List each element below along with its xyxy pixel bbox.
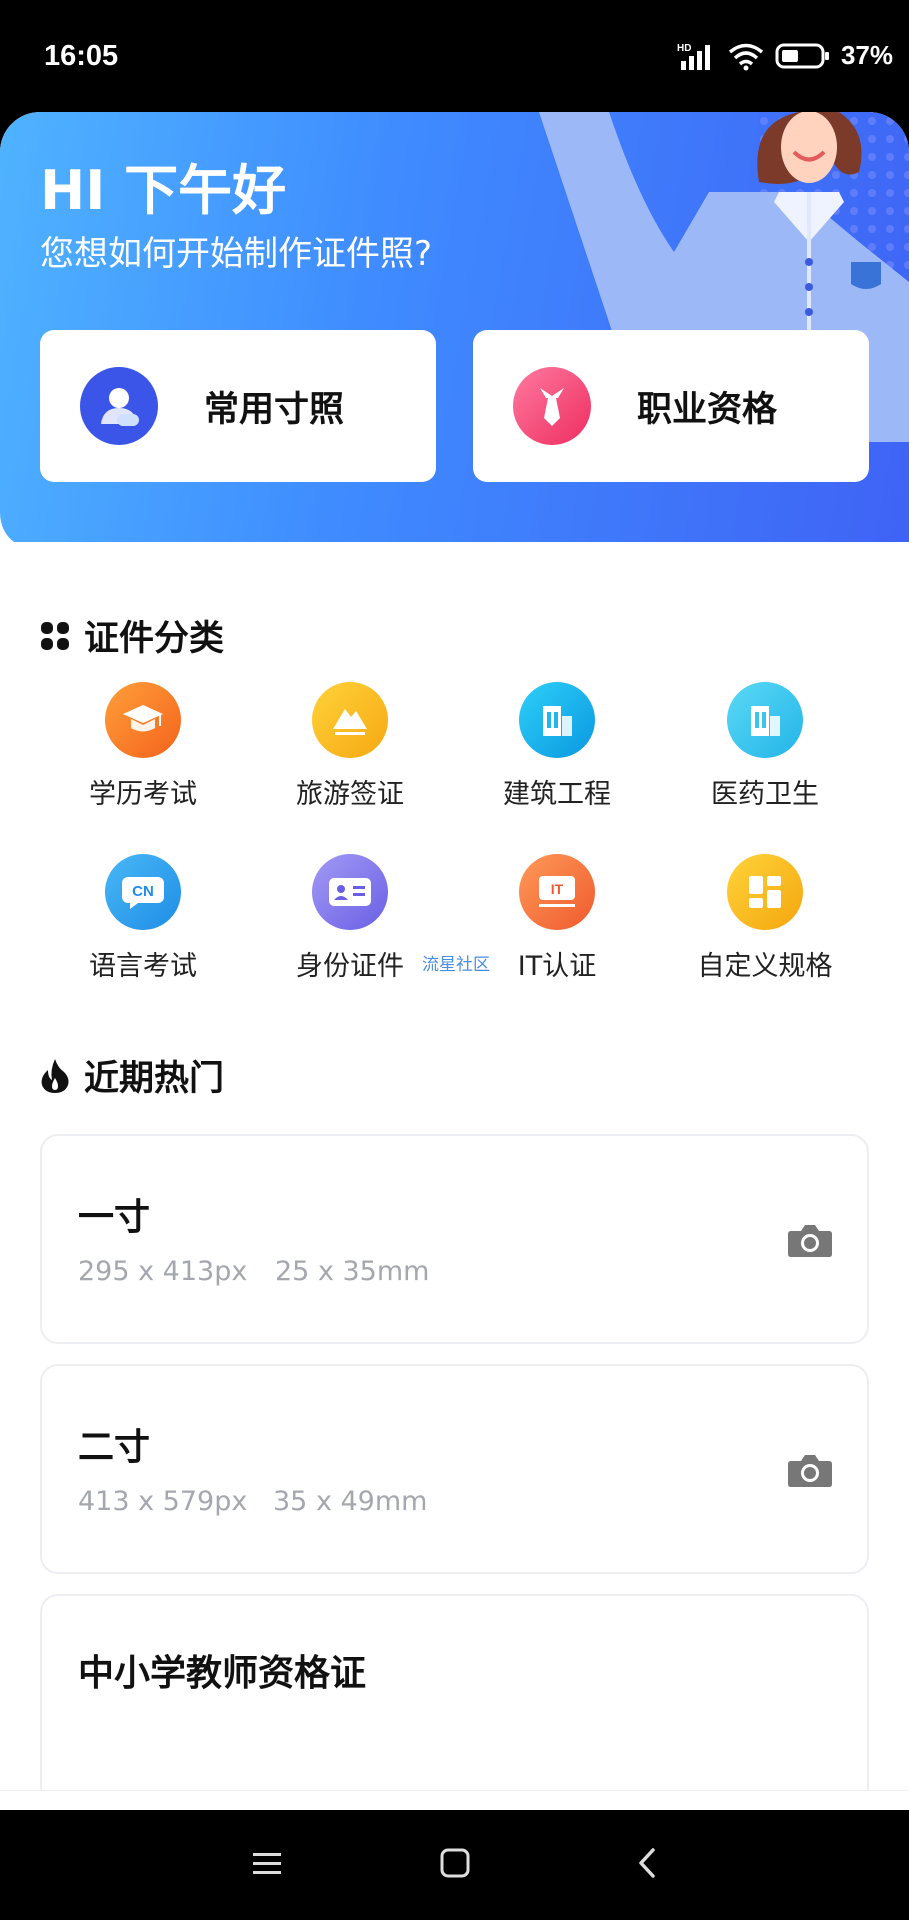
category-label: 学历考试 bbox=[89, 779, 197, 810]
signal-icon: HD bbox=[677, 43, 710, 70]
app-content: HI 下午好 您想如何开始制作证件照? 常用寸照 职业资格 证件分类 学历考试 … bbox=[0, 112, 909, 1810]
common-size-card[interactable]: 常用寸照 bbox=[40, 330, 436, 482]
categories-header: 证件分类 bbox=[40, 610, 224, 661]
hero-subtitle: 您想如何开始制作证件照? bbox=[40, 234, 433, 274]
professional-qualification-label: 职业资格 bbox=[637, 389, 778, 430]
category-language-exam[interactable]: CN 语言考试 bbox=[43, 854, 243, 983]
camera-icon[interactable] bbox=[787, 1452, 833, 1488]
hospital-building-icon bbox=[727, 682, 803, 758]
wifi-icon bbox=[728, 43, 764, 70]
category-id-document[interactable]: 身份证件 bbox=[250, 854, 450, 983]
id-card-icon bbox=[312, 854, 388, 930]
size-px: 413 x 579px bbox=[78, 1486, 248, 1517]
grid-icon bbox=[41, 621, 69, 650]
category-construction[interactable]: 建筑工程 bbox=[457, 682, 657, 811]
category-travel-visa[interactable]: 旅游签证 bbox=[250, 682, 450, 811]
camera-icon[interactable] bbox=[787, 1222, 833, 1258]
tab-home[interactable]: 首页 bbox=[0, 1791, 227, 1810]
size-name: 二寸 bbox=[78, 1427, 151, 1468]
size-card-1inch[interactable]: 一寸 295 x 413px 25 x 35mm bbox=[40, 1134, 869, 1344]
category-label: IT认证 bbox=[517, 951, 597, 982]
category-label: 自定义规格 bbox=[697, 951, 833, 982]
menu-icon[interactable] bbox=[252, 1850, 282, 1878]
back-icon[interactable] bbox=[636, 1848, 658, 1878]
building-icon bbox=[519, 682, 595, 758]
graduation-cap-icon bbox=[105, 682, 181, 758]
person-icon bbox=[80, 367, 158, 445]
size-mm: 35 x 49mm bbox=[273, 1486, 428, 1517]
flame-icon bbox=[41, 1058, 69, 1093]
size-mm: 25 x 35mm bbox=[275, 1256, 430, 1287]
size-card-teacher-qualification[interactable]: 中小学教师资格证 bbox=[40, 1594, 869, 1804]
common-size-label: 常用寸照 bbox=[204, 389, 345, 430]
watermark-text: 流星社区 bbox=[422, 955, 490, 975]
category-label: 语言考试 bbox=[89, 951, 197, 982]
recent-title: 近期热门 bbox=[84, 1059, 225, 1099]
battery-icon bbox=[775, 43, 829, 68]
tab-membership[interactable]: 会员 bbox=[455, 1791, 682, 1810]
category-label: 医药卫生 bbox=[711, 779, 819, 810]
category-label: 身份证件 bbox=[296, 951, 404, 982]
tab-discover[interactable]: 发现 bbox=[227, 1791, 454, 1810]
bottom-tab-bar: 首页 发现 会员 我的 bbox=[0, 1790, 909, 1810]
hero-title: HI 下午好 bbox=[40, 159, 287, 222]
status-bar: 16:05 HD 37% bbox=[0, 0, 909, 112]
category-custom-size[interactable]: 自定义规格 bbox=[665, 854, 865, 983]
cn-language-icon: CN bbox=[105, 854, 181, 930]
status-icons: HD 37% bbox=[677, 40, 893, 71]
svg-text:IT: IT bbox=[551, 881, 564, 897]
status-time: 16:05 bbox=[44, 40, 119, 72]
hero-banner: HI 下午好 您想如何开始制作证件照? 常用寸照 职业资格 bbox=[0, 112, 909, 542]
svg-text:CN: CN bbox=[132, 883, 154, 900]
battery-percent: 37% bbox=[840, 40, 893, 70]
system-nav-bar bbox=[0, 1810, 909, 1920]
recent-header: 近期热门 bbox=[40, 1050, 224, 1101]
it-certificate-icon: IT bbox=[519, 854, 595, 930]
tie-icon bbox=[513, 367, 591, 445]
size-card-2inch[interactable]: 二寸 413 x 579px 35 x 49mm bbox=[40, 1364, 869, 1574]
size-px: 295 x 413px bbox=[78, 1256, 248, 1287]
size-name: 一寸 bbox=[78, 1197, 151, 1238]
category-label: 旅游签证 bbox=[296, 779, 404, 810]
size-name: 中小学教师资格证 bbox=[78, 1653, 367, 1694]
categories-title: 证件分类 bbox=[84, 619, 225, 659]
category-label: 建筑工程 bbox=[503, 779, 611, 810]
custom-grid-icon bbox=[727, 854, 803, 930]
svg-text:HD: HD bbox=[677, 43, 691, 54]
category-education-exam[interactable]: 学历考试 bbox=[43, 682, 243, 811]
home-square-icon[interactable] bbox=[440, 1848, 470, 1878]
tab-mine[interactable]: 我的 bbox=[682, 1791, 909, 1810]
mountain-icon bbox=[312, 682, 388, 758]
category-medicine[interactable]: 医药卫生 bbox=[665, 682, 865, 811]
professional-qualification-card[interactable]: 职业资格 bbox=[473, 330, 869, 482]
